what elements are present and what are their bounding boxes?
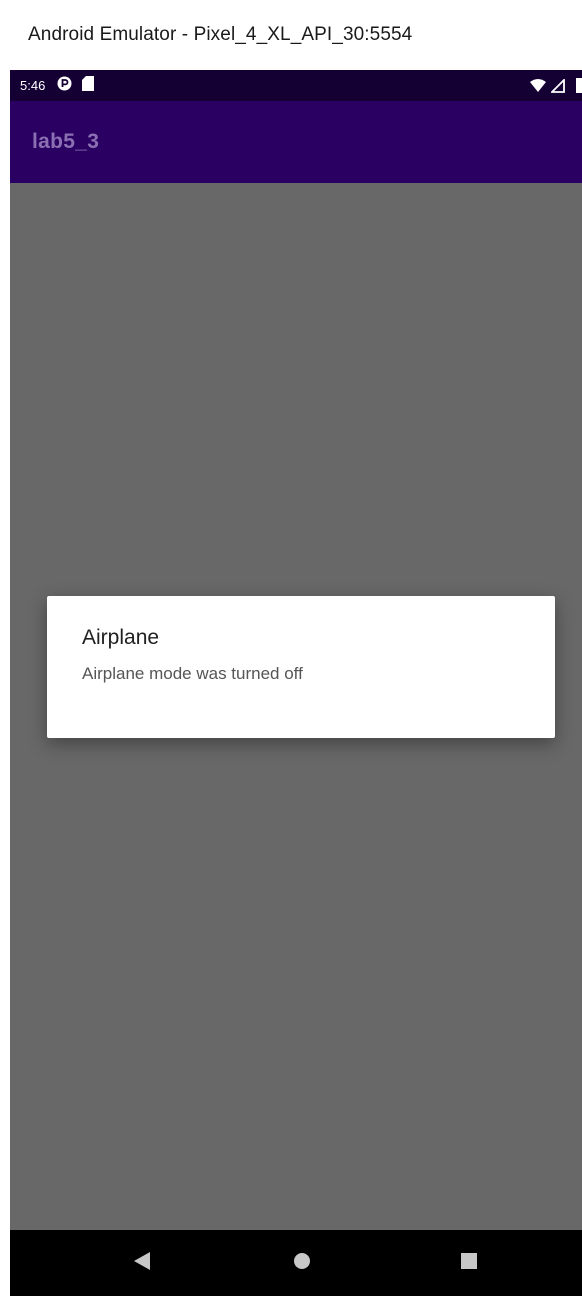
wifi-icon — [530, 78, 546, 93]
back-button[interactable] — [112, 1230, 172, 1296]
dialog-title: Airplane — [82, 626, 160, 649]
back-icon — [133, 1251, 151, 1276]
recents-button[interactable] — [439, 1230, 499, 1296]
home-icon — [293, 1252, 311, 1275]
app-bar: lab5_3 — [10, 101, 582, 183]
sd-card-icon — [82, 75, 95, 96]
airplane-dialog: Airplane Airplane mode was turned off — [47, 596, 555, 738]
status-time: 5:46 — [20, 78, 46, 93]
recents-icon — [460, 1252, 478, 1275]
dialog-message: Airplane mode was turned off — [82, 664, 303, 683]
home-button[interactable] — [272, 1230, 332, 1296]
notification-p-icon — [57, 76, 72, 96]
status-bar: 5:46 — [10, 70, 582, 101]
app-title: lab5_3 — [32, 130, 100, 153]
navigation-bar — [10, 1230, 582, 1296]
battery-icon — [575, 78, 582, 93]
emulator-window-titlebar: Android Emulator - Pixel_4_XL_API_30:555… — [0, 0, 582, 70]
device-screen: 5:46 lab5_3 Airplane Airplane mode was t… — [10, 70, 582, 1296]
window-title: Android Emulator - Pixel_4_XL_API_30:555… — [28, 24, 413, 45]
cell-signal-icon — [551, 78, 565, 93]
status-right-icons — [530, 70, 582, 101]
